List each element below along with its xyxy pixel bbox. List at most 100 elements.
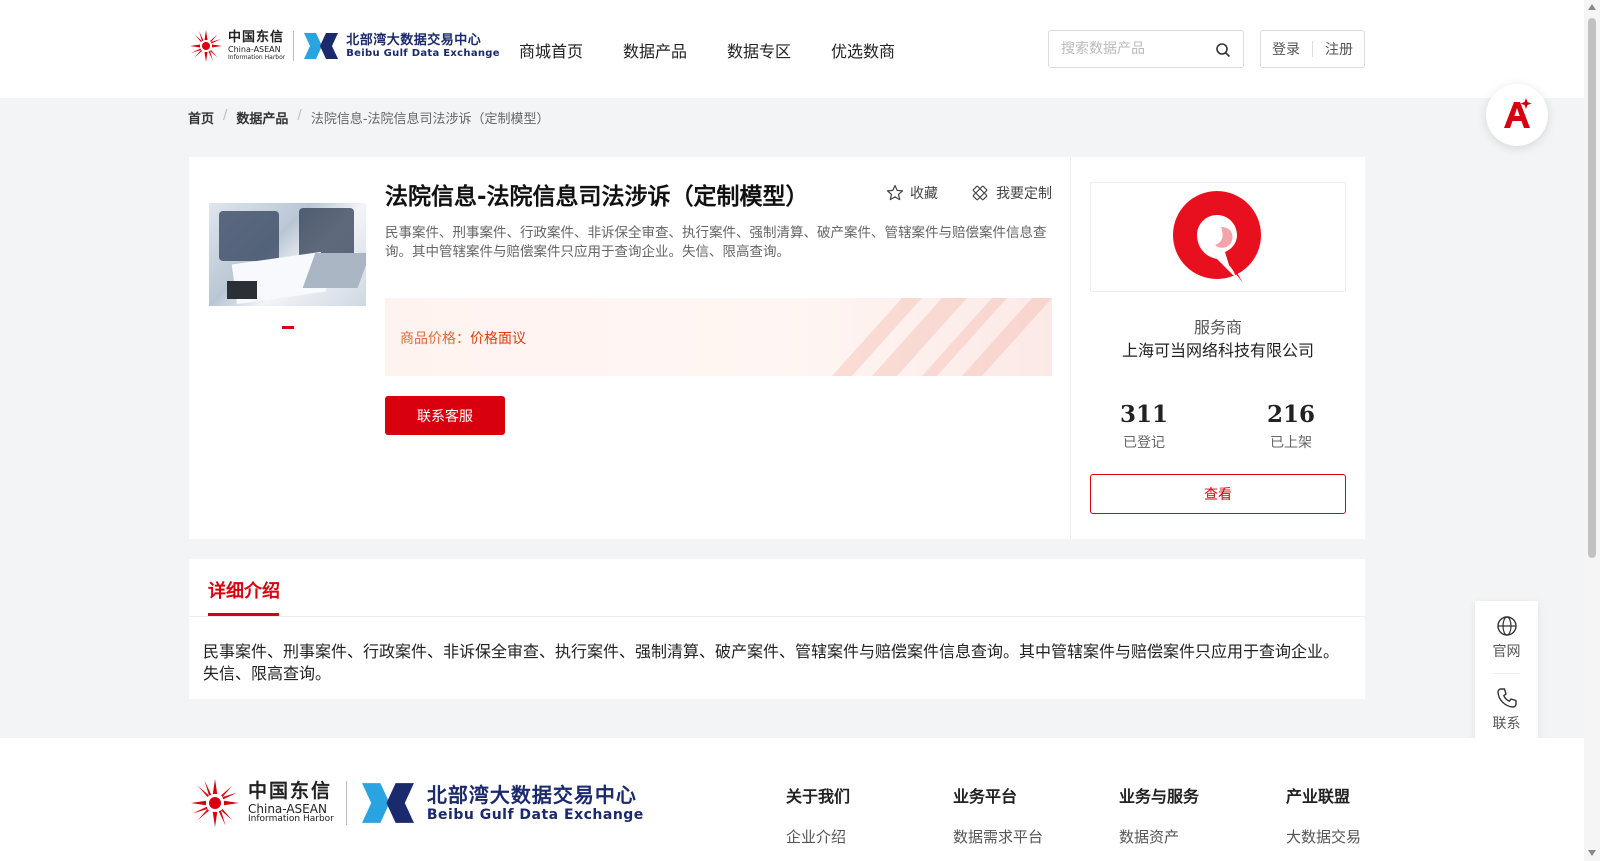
customize-label: 我要定制 <box>996 186 1052 202</box>
footer-column-about: 关于我们 企业介绍 <box>786 783 850 847</box>
search-box <box>1048 30 1244 68</box>
favorite-button[interactable]: 收藏 <box>886 183 938 203</box>
tab-detail-intro[interactable]: 详细介绍 <box>208 577 280 603</box>
footer-heading: 关于我们 <box>786 787 851 806</box>
detail-divider <box>189 616 1365 617</box>
detail-text: 民事案件、刑事案件、行政案件、非诉保全审查、执行案件、强制清算、破产案件、管辖案… <box>203 642 1340 683</box>
vendor-logo-icon <box>1173 191 1261 283</box>
breadcrumb-home[interactable]: 首页 <box>188 108 214 127</box>
footer-logo-cn-line3: Information Harbor <box>248 814 334 824</box>
footer-logo: 中国东信 China-ASEAN Information Harbor 北部湾大… <box>188 776 644 830</box>
scroll-down-arrow-icon[interactable] <box>1588 850 1596 856</box>
breadcrumb: 首页 / 数据产品 / 法院信息-法院信息司法涉诉（定制模型） <box>188 108 550 127</box>
side-divider <box>1493 673 1520 674</box>
contact-service-button[interactable]: 联系客服 <box>385 396 505 435</box>
customize-icon <box>972 185 988 201</box>
image-calculator <box>227 281 257 299</box>
price-decoration <box>832 298 1052 376</box>
footer-logo-bg-line2: Beibu Gulf Data Exchange <box>426 806 644 823</box>
registered-label: 已登记 <box>1123 435 1165 451</box>
carousel-indicator[interactable] <box>282 326 294 329</box>
footer-column-alliance: 产业联盟 大数据交易 <box>1286 783 1361 847</box>
footer-beibu-gulf-text: 北部湾大数据交易中心 Beibu Gulf Data Exchange <box>427 785 644 822</box>
footer-heading: 业务平台 <box>953 787 1018 806</box>
globe-icon <box>1496 616 1517 636</box>
site-logo[interactable]: 中国东信 China-ASEAN Information Harbor 北部湾大… <box>188 28 500 64</box>
side-contact-label: 联系 <box>1492 716 1521 732</box>
vendor-name[interactable]: 上海可当网络科技有限公司 <box>1090 337 1346 361</box>
china-asean-sun-logo-icon <box>191 779 239 827</box>
vendor-label: 服务商 <box>1193 318 1242 337</box>
breadcrumb-separator: / <box>223 108 228 123</box>
price-label: 商品价格： <box>400 331 470 347</box>
ai-assistant-button[interactable] <box>1486 84 1548 146</box>
listed-stat: 216 已上架 <box>1236 401 1346 452</box>
side-website-button[interactable]: 官网 <box>1475 615 1538 661</box>
breadcrumb-category[interactable]: 数据产品 <box>236 108 288 127</box>
footer-logo-divider <box>345 781 347 825</box>
login-link[interactable]: 登录 <box>1272 39 1300 59</box>
footer-column-platform: 业务平台 数据需求平台 <box>953 783 1043 847</box>
product-description: 民事案件、刑事案件、行政案件、非诉保全审查、执行案件、强制清算、破产案件、管辖案… <box>385 225 1047 260</box>
scroll-up-arrow-icon[interactable] <box>1588 4 1596 10</box>
listed-label: 已上架 <box>1270 435 1312 451</box>
product-image[interactable] <box>209 203 366 306</box>
beibu-gulf-text: 北部湾大数据交易中心 Beibu Gulf Data Exchange <box>346 34 500 59</box>
price-text: 商品价格：价格面议 <box>400 328 526 348</box>
beibu-gulf-logo-icon <box>304 33 339 59</box>
search-icon[interactable] <box>1215 42 1231 58</box>
header: 中国东信 China-ASEAN Information Harbor 北部湾大… <box>0 0 1584 98</box>
card-divider <box>1070 157 1071 539</box>
footer-link[interactable]: 数据需求平台 <box>953 826 1043 847</box>
side-contact-button[interactable]: 联系 <box>1475 687 1538 733</box>
footer-heading: 产业联盟 <box>1286 787 1351 806</box>
main-nav: 商城首页 数据产品 数据专区 优选数商 <box>519 38 935 62</box>
product-card: 法院信息-法院信息司法涉诉（定制模型） 收藏 我要定制 民事案件、刑事案件、行政… <box>189 157 1365 539</box>
detail-section: 详细介绍 民事案件、刑事案件、行政案件、非诉保全审查、执行案件、强制清算、破产案… <box>189 559 1365 699</box>
china-asean-sun-logo-icon <box>190 30 222 62</box>
register-link[interactable]: 注册 <box>1325 39 1353 59</box>
ai-assistant-icon <box>1504 98 1532 128</box>
product-title: 法院信息-法院信息司法涉诉（定制模型） <box>385 184 809 210</box>
footer-column-services: 业务与服务 数据资产 <box>1119 783 1199 847</box>
auth-divider <box>1312 41 1313 57</box>
logo-bg-line2: Beibu Gulf Data Exchange <box>346 47 500 59</box>
footer-china-asean-text: 中国东信 China-ASEAN Information Harbor <box>248 782 334 824</box>
china-asean-text: 中国东信 China-ASEAN Information Harbor <box>228 31 285 61</box>
search-input[interactable] <box>1059 31 1209 67</box>
footer-logo-bg-line1: 北部湾大数据交易中心 <box>426 782 637 807</box>
registered-count: 311 <box>1119 401 1168 428</box>
price-value: 价格面议 <box>470 331 526 347</box>
breadcrumb-current: 法院信息-法院信息司法涉诉（定制模型） <box>310 112 550 127</box>
scrollbar-thumb[interactable] <box>1588 18 1596 558</box>
page-scrollbar[interactable] <box>1584 0 1600 861</box>
listed-count: 216 <box>1266 401 1315 428</box>
nav-item-preferred-vendors[interactable]: 优选数商 <box>831 38 895 62</box>
customize-button[interactable]: 我要定制 <box>970 183 1052 203</box>
logo-bg-line1: 北部湾大数据交易中心 <box>346 32 482 48</box>
image-laptop <box>302 253 366 288</box>
vendor-logo-box <box>1090 182 1346 292</box>
side-website-label: 官网 <box>1492 644 1521 660</box>
beibu-gulf-logo-icon <box>361 783 414 823</box>
footer-logo-cn-line1: 中国东信 <box>248 780 333 802</box>
footer: 中国东信 China-ASEAN Information Harbor 北部湾大… <box>0 738 1584 861</box>
phone-icon <box>1496 688 1517 708</box>
nav-item-data-products[interactable]: 数据产品 <box>623 38 687 62</box>
registered-stat: 311 已登记 <box>1089 401 1199 452</box>
footer-heading: 业务与服务 <box>1119 787 1200 806</box>
footer-link[interactable]: 数据资产 <box>1119 826 1199 847</box>
price-panel: 商品价格：价格面议 <box>385 298 1052 376</box>
view-vendor-button[interactable]: 查看 <box>1090 474 1346 514</box>
logo-cn-line2: China-ASEAN <box>228 45 281 54</box>
image-person-left <box>219 211 279 261</box>
breadcrumb-separator: / <box>297 108 302 123</box>
logo-cn-line1: 中国东信 <box>228 30 285 45</box>
nav-item-mall-home[interactable]: 商城首页 <box>519 38 583 62</box>
favorite-label: 收藏 <box>910 186 938 202</box>
side-toolbar: 官网 联系 <box>1475 601 1538 744</box>
footer-link[interactable]: 大数据交易 <box>1286 826 1361 847</box>
footer-link[interactable]: 企业介绍 <box>786 826 850 847</box>
auth-box: 登录 注册 <box>1260 30 1365 68</box>
nav-item-data-zone[interactable]: 数据专区 <box>727 38 791 62</box>
